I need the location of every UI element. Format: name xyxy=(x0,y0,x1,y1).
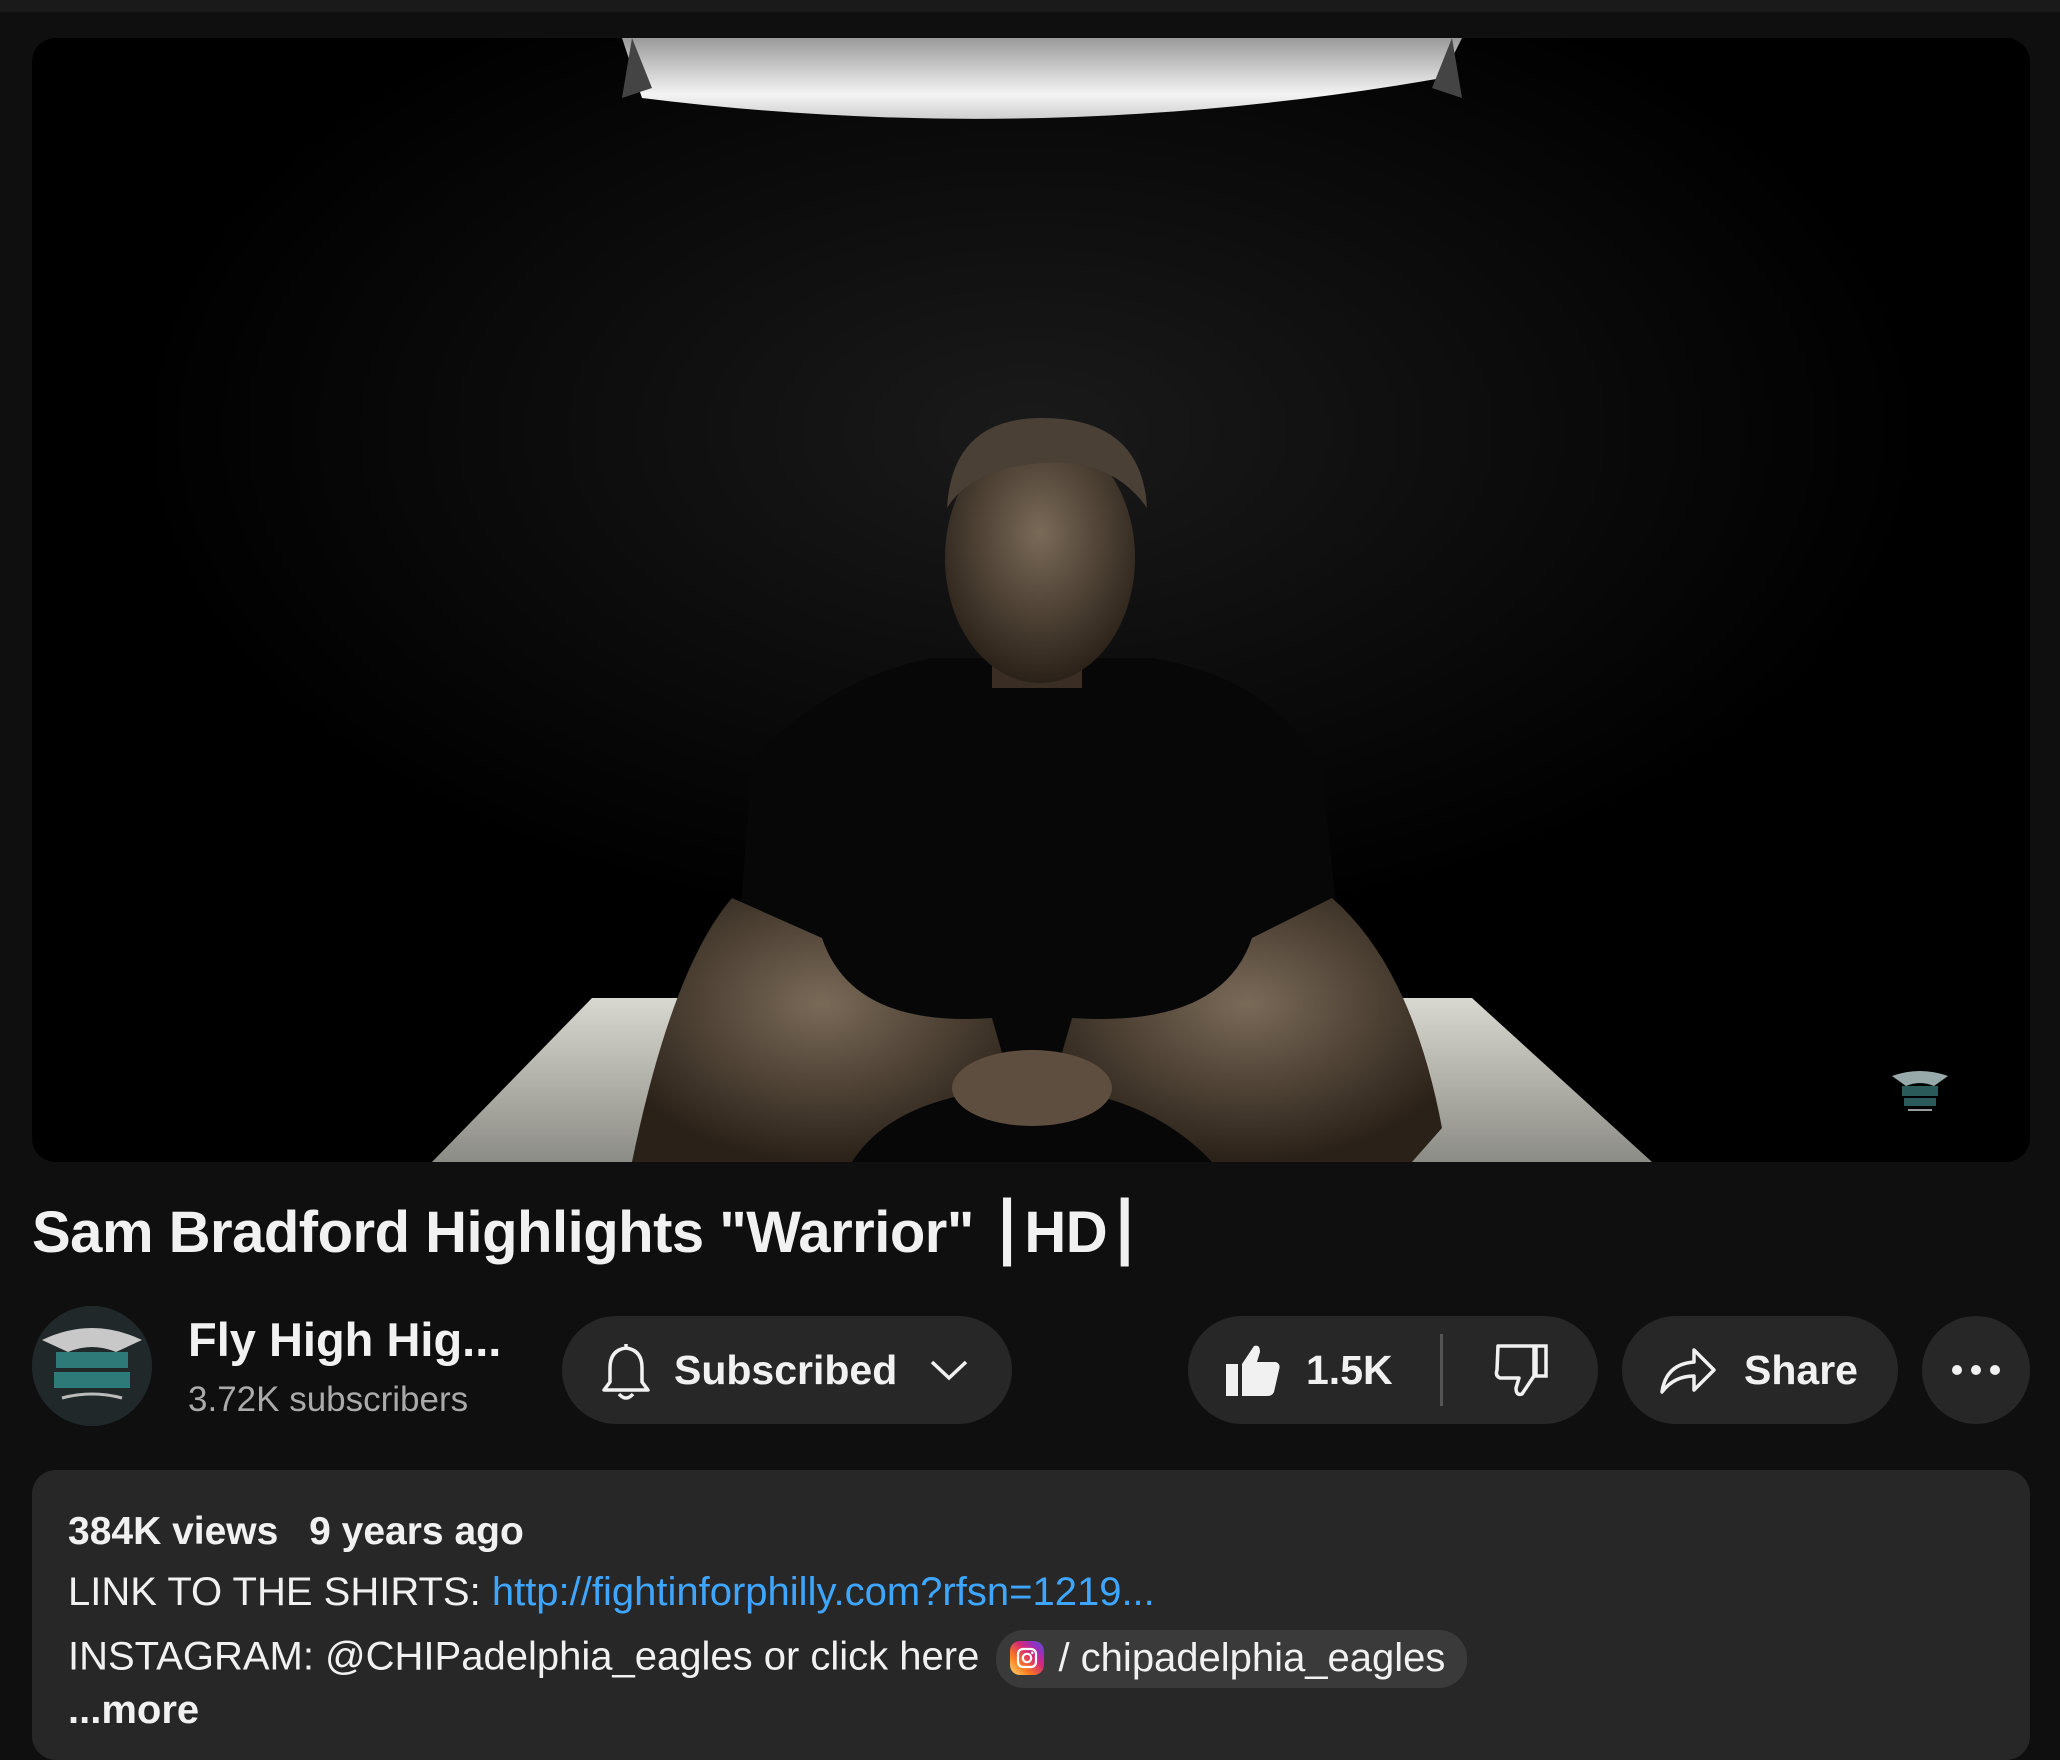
video-frame xyxy=(32,38,2030,1162)
channel-watermark xyxy=(1892,1071,1948,1111)
instagram-chip[interactable]: / chipadelphia_eagles xyxy=(996,1630,1468,1688)
subscribed-label: Subscribed xyxy=(674,1346,898,1393)
instagram-icon xyxy=(1010,1641,1045,1675)
instagram-prefix: INSTAGRAM: @CHIPadelphia_eagles or click… xyxy=(68,1634,991,1679)
description-meta: 384K views 9 years ago xyxy=(68,1510,524,1554)
subscribed-button[interactable]: Subscribed xyxy=(562,1316,1012,1424)
channel-avatar[interactable] xyxy=(32,1306,152,1426)
bell-icon xyxy=(602,1343,650,1400)
like-count: 1.5K xyxy=(1306,1346,1393,1393)
like-dislike-group: 1.5K xyxy=(1188,1316,1598,1424)
more-icon xyxy=(1952,1365,2000,1375)
thumbs-down-icon xyxy=(1494,1344,1548,1397)
shirts-prefix: LINK TO THE SHIRTS: xyxy=(68,1570,492,1614)
video-player[interactable] xyxy=(32,38,2030,1162)
description-line-shirts: LINK TO THE SHIRTS: http://fightinforphi… xyxy=(68,1570,1155,1615)
top-bar xyxy=(0,0,2060,12)
description-box[interactable]: 384K views 9 years ago LINK TO THE SHIRT… xyxy=(32,1470,2030,1760)
chevron-down-icon xyxy=(931,1360,968,1381)
share-icon xyxy=(1660,1348,1716,1394)
share-button[interactable]: Share xyxy=(1622,1316,1898,1424)
instagram-handle: / chipadelphia_eagles xyxy=(1058,1635,1446,1680)
more-actions-button[interactable] xyxy=(1922,1316,2030,1424)
channel-name[interactable]: Fly High Hig... xyxy=(188,1312,501,1367)
subscriber-count: 3.72K subscribers xyxy=(188,1380,469,1419)
dislike-button[interactable] xyxy=(1443,1316,1598,1424)
description-line-instagram: INSTAGRAM: @CHIPadelphia_eagles or click… xyxy=(68,1630,1468,1688)
shirts-link[interactable]: http://fightinforphilly.com?rfsn=1219... xyxy=(492,1570,1155,1614)
view-count: 384K views xyxy=(68,1510,279,1553)
upload-age: 9 years ago xyxy=(309,1510,524,1553)
show-more-link[interactable]: ...more xyxy=(68,1688,199,1733)
like-button[interactable]: 1.5K xyxy=(1188,1316,1440,1424)
share-label: Share xyxy=(1744,1346,1858,1393)
fly-high-logo xyxy=(32,1306,152,1426)
thumbs-up-icon xyxy=(1226,1345,1280,1396)
video-title: Sam Bradford Highlights "Warrior" ⎮HD⎮ xyxy=(32,1200,1143,1265)
